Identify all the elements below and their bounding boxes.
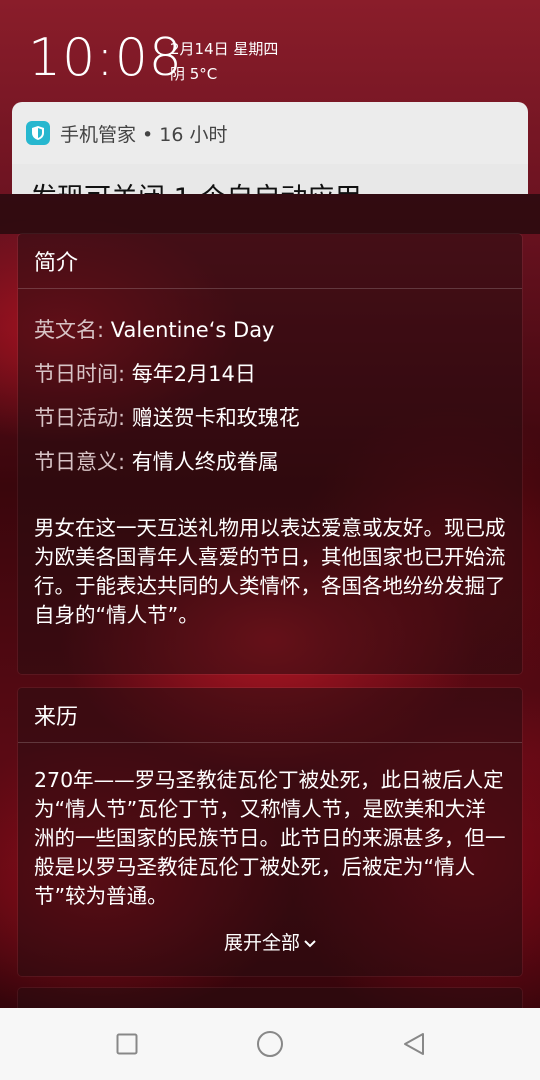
back-icon bbox=[404, 1033, 424, 1055]
history-card-title: 来历 bbox=[18, 688, 522, 743]
clock-time: 10:08 bbox=[28, 28, 183, 88]
weather-label: 阴 5°C bbox=[170, 65, 218, 83]
home-button[interactable] bbox=[220, 1008, 320, 1080]
info-row-date: 节日时间: 每年2月14日 bbox=[34, 358, 256, 388]
home-icon bbox=[257, 1031, 283, 1057]
shield-icon bbox=[26, 121, 50, 145]
intro-description: 男女在这一天互送礼物用以表达爱意或友好。现已成为欧美各国青年人喜爱的节日，其他国… bbox=[34, 516, 506, 627]
chevron-down-icon bbox=[304, 939, 316, 947]
intro-card: 简介 英文名: Valentine‘s Day 节日时间: 每年2月14日 节日… bbox=[18, 234, 522, 674]
back-button[interactable] bbox=[364, 1008, 464, 1080]
info-value: Valentine‘s Day bbox=[110, 318, 275, 342]
navigation-bar bbox=[0, 1008, 540, 1080]
expand-all-button[interactable]: 展开全部 bbox=[18, 928, 522, 955]
info-value: 赠送贺卡和玫瑰花 bbox=[131, 406, 300, 430]
info-value: 每年2月14日 bbox=[131, 362, 256, 386]
info-row-meaning: 节日意义: 有情人终成眷属 bbox=[34, 446, 279, 476]
date-label: 2月14日 星期四 bbox=[170, 40, 279, 58]
info-row-english-name: 英文名: Valentine‘s Day bbox=[34, 314, 275, 344]
info-key: 节日活动: bbox=[34, 406, 126, 430]
notification-message: 发现可关闭 1 个自启动应用 bbox=[30, 176, 361, 194]
info-key: 英文名: bbox=[34, 318, 105, 342]
notification-header: 手机管家 • 16 小时 bbox=[26, 120, 228, 146]
info-key: 节日意义: bbox=[34, 450, 126, 474]
info-value: 有情人终成眷属 bbox=[131, 450, 279, 474]
intro-card-title: 简介 bbox=[18, 234, 522, 289]
info-row-activity: 节日活动: 赠送贺卡和玫瑰花 bbox=[34, 402, 300, 432]
expand-all-label: 展开全部 bbox=[223, 932, 300, 954]
history-text: 270年——罗马圣教徒瓦伦丁被处死，此日被后人定为“情人节”瓦伦丁节，又称情人节… bbox=[34, 768, 506, 908]
info-key: 节日时间: bbox=[34, 362, 126, 386]
notification-message-clip: 发现可关闭 1 个自启动应用 bbox=[12, 164, 528, 194]
history-card: 来历 270年——罗马圣教徒瓦伦丁被处死，此日被后人定为“情人节”瓦伦丁节，又称… bbox=[18, 688, 522, 976]
notification-scrim bbox=[0, 194, 540, 234]
recent-apps-icon bbox=[116, 1033, 138, 1055]
recent-apps-button[interactable] bbox=[77, 1008, 177, 1080]
notification-card[interactable]: 手机管家 • 16 小时 发现可关闭 1 个自启动应用 bbox=[12, 102, 528, 194]
notification-app-name: 手机管家 • 16 小时 bbox=[60, 123, 228, 146]
